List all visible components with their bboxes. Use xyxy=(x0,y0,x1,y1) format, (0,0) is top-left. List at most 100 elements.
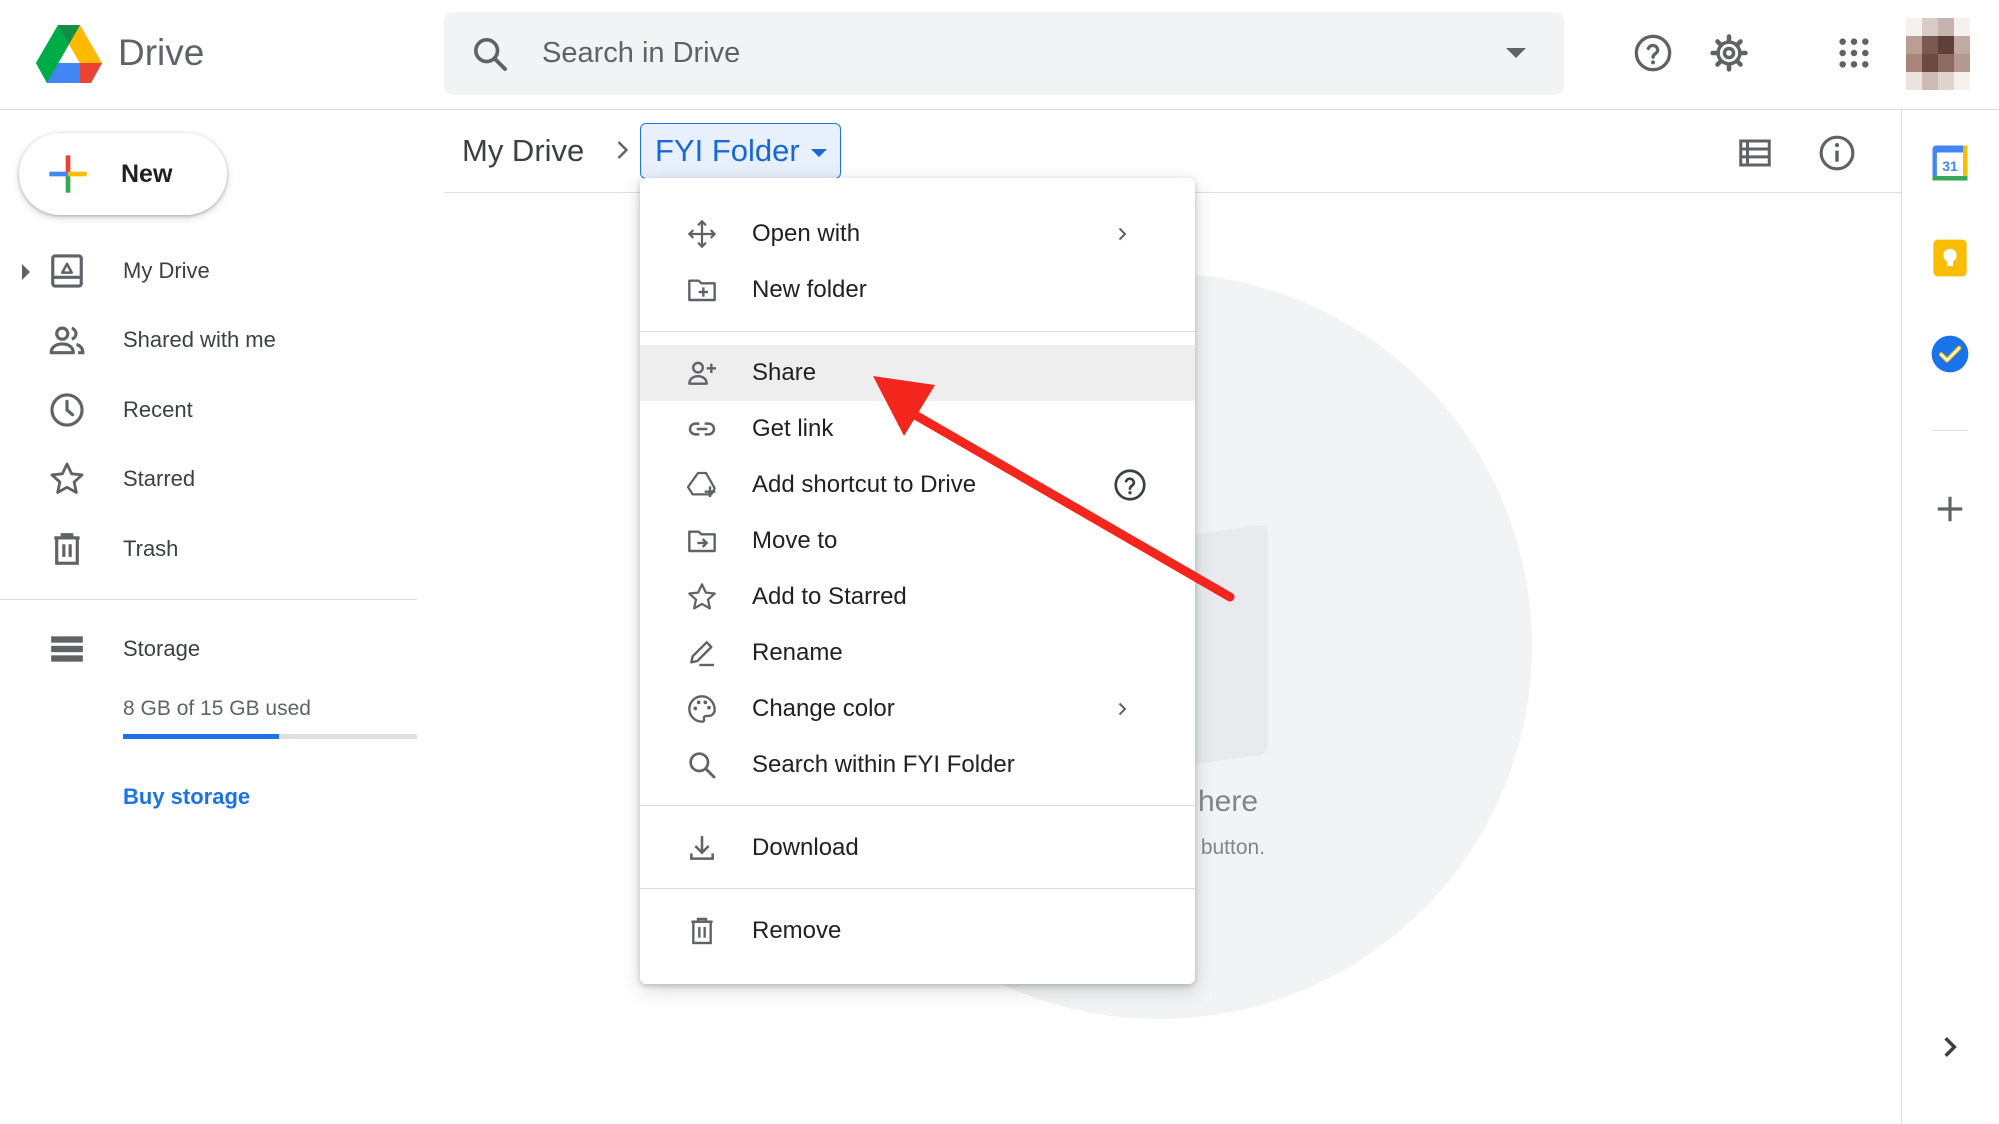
info-icon xyxy=(1819,135,1855,171)
top-bar: Drive xyxy=(0,0,1999,110)
gear-icon xyxy=(1710,34,1748,72)
search-options-icon[interactable] xyxy=(1506,48,1526,58)
chevron-right-icon xyxy=(617,141,629,159)
menu-item-label: Search within FYI Folder xyxy=(752,751,1015,778)
tasks-check-icon xyxy=(1931,335,1969,373)
folder-context-menu: Open with New folder Share Get link Add … xyxy=(640,178,1195,984)
menu-item-open-with[interactable]: Open with xyxy=(640,206,1195,262)
chevron-right-icon xyxy=(1944,1037,1957,1057)
sidebar-item-label: Storage xyxy=(123,636,201,661)
details-button[interactable] xyxy=(1809,125,1865,181)
menu-item-label: Rename xyxy=(752,639,843,666)
rail-divider xyxy=(1932,430,1968,431)
new-folder-icon xyxy=(688,279,716,302)
menu-item-change-color[interactable]: Change color xyxy=(640,681,1195,737)
plus-icon xyxy=(49,155,87,193)
move-to-folder-icon xyxy=(688,530,716,553)
sidebar-item-trash[interactable]: Trash xyxy=(0,518,420,580)
search-icon[interactable] xyxy=(470,34,510,74)
sidebar-item-storage[interactable]: Storage xyxy=(0,618,420,680)
menu-item-label: Add to Starred xyxy=(752,583,907,610)
menu-divider xyxy=(640,805,1195,806)
sidebar-item-my-drive[interactable]: My Drive xyxy=(0,240,420,302)
star-icon xyxy=(50,462,84,494)
link-icon xyxy=(688,422,716,436)
menu-item-label: Remove xyxy=(752,917,842,944)
breadcrumb-current-label: FYI Folder xyxy=(655,133,800,168)
add-addon-button[interactable] xyxy=(1929,488,1971,530)
sidebar-item-label: Shared with me xyxy=(123,327,276,352)
sidebar-item-label: Recent xyxy=(123,397,193,422)
sidebar-divider xyxy=(0,599,417,600)
menu-item-rename[interactable]: Rename xyxy=(640,625,1195,681)
menu-item-label: Move to xyxy=(752,527,838,554)
list-view-icon xyxy=(1739,139,1771,167)
star-icon xyxy=(688,583,716,610)
avatar[interactable] xyxy=(1906,18,1970,90)
sidebar-item-label: Trash xyxy=(123,536,179,561)
help-icon[interactable] xyxy=(1112,467,1148,503)
menu-item-search-within[interactable]: Search within FYI Folder xyxy=(640,737,1195,793)
search-bar[interactable] xyxy=(444,12,1564,95)
menu-item-new-folder[interactable]: New folder xyxy=(640,262,1195,318)
clock-icon xyxy=(50,393,84,427)
expand-side-panel-button[interactable] xyxy=(1929,1026,1971,1068)
menu-item-label: Open with xyxy=(752,220,861,247)
menu-item-label: Download xyxy=(752,834,859,861)
new-button-label: New xyxy=(121,160,173,188)
apps-button[interactable] xyxy=(1826,25,1882,81)
storage-usage-bar xyxy=(123,734,417,739)
menu-item-download[interactable]: Download xyxy=(640,820,1195,876)
search-input[interactable] xyxy=(542,12,1442,95)
storage-usage-fill xyxy=(123,734,279,739)
settings-button[interactable] xyxy=(1701,25,1757,81)
empty-state-subtitle: ” button. xyxy=(1188,836,1266,859)
sidebar-item-starred[interactable]: Starred xyxy=(0,448,420,510)
calendar-day-text: 31 xyxy=(1942,158,1958,174)
new-button[interactable]: New xyxy=(19,133,227,215)
calendar-icon: 31 xyxy=(1932,145,1968,181)
help-icon xyxy=(1634,34,1672,72)
empty-state-title: here xyxy=(1198,785,1259,818)
menu-item-label: Get link xyxy=(752,415,834,442)
tasks-app-button[interactable] xyxy=(1929,333,1971,375)
palette-icon xyxy=(688,695,716,723)
menu-item-add-to-starred[interactable]: Add to Starred xyxy=(640,569,1195,625)
app-title[interactable]: Drive xyxy=(118,28,204,78)
keep-app-button[interactable] xyxy=(1929,237,1971,279)
dropdown-caret-icon xyxy=(811,149,827,157)
menu-item-label: Change color xyxy=(752,695,895,722)
sidebar-item-shared-with-me[interactable]: Shared with me xyxy=(0,309,420,371)
move-arrows-icon xyxy=(688,220,716,248)
menu-item-get-link[interactable]: Get link xyxy=(640,401,1195,457)
breadcrumb-current-folder[interactable]: FYI Folder xyxy=(640,123,841,179)
menu-item-remove[interactable]: Remove xyxy=(640,903,1195,959)
side-panel-divider xyxy=(1901,110,1902,1124)
menu-item-move-to[interactable]: Move to xyxy=(640,513,1195,569)
menu-item-share[interactable]: Share xyxy=(640,345,1195,401)
sidebar-item-label: Starred xyxy=(123,466,196,491)
apps-grid-icon xyxy=(1839,38,1869,68)
download-icon xyxy=(690,836,714,860)
menu-item-add-shortcut[interactable]: Add shortcut to Drive xyxy=(640,457,1195,513)
help-button[interactable] xyxy=(1625,25,1681,81)
add-person-icon xyxy=(688,361,716,385)
buy-storage-link[interactable]: Buy storage xyxy=(123,784,250,810)
trash-icon xyxy=(691,917,713,945)
people-icon xyxy=(49,326,85,355)
plus-icon xyxy=(1937,496,1963,522)
sidebar-item-recent[interactable]: Recent xyxy=(0,379,420,441)
breadcrumb-my-drive[interactable]: My Drive xyxy=(462,131,584,171)
menu-item-label: Share xyxy=(752,359,817,386)
add-shortcut-icon xyxy=(686,471,716,497)
calendar-app-button[interactable]: 31 xyxy=(1929,142,1971,184)
trash-icon xyxy=(54,533,80,565)
drive-logo-icon[interactable] xyxy=(36,24,102,84)
storage-icon xyxy=(51,636,83,662)
expand-arrow-icon[interactable] xyxy=(22,264,30,280)
menu-divider xyxy=(640,888,1195,889)
search-icon xyxy=(689,752,716,779)
list-view-button[interactable] xyxy=(1727,125,1783,181)
menu-item-label: New folder xyxy=(752,276,867,303)
chevron-right-icon xyxy=(1118,227,1127,241)
